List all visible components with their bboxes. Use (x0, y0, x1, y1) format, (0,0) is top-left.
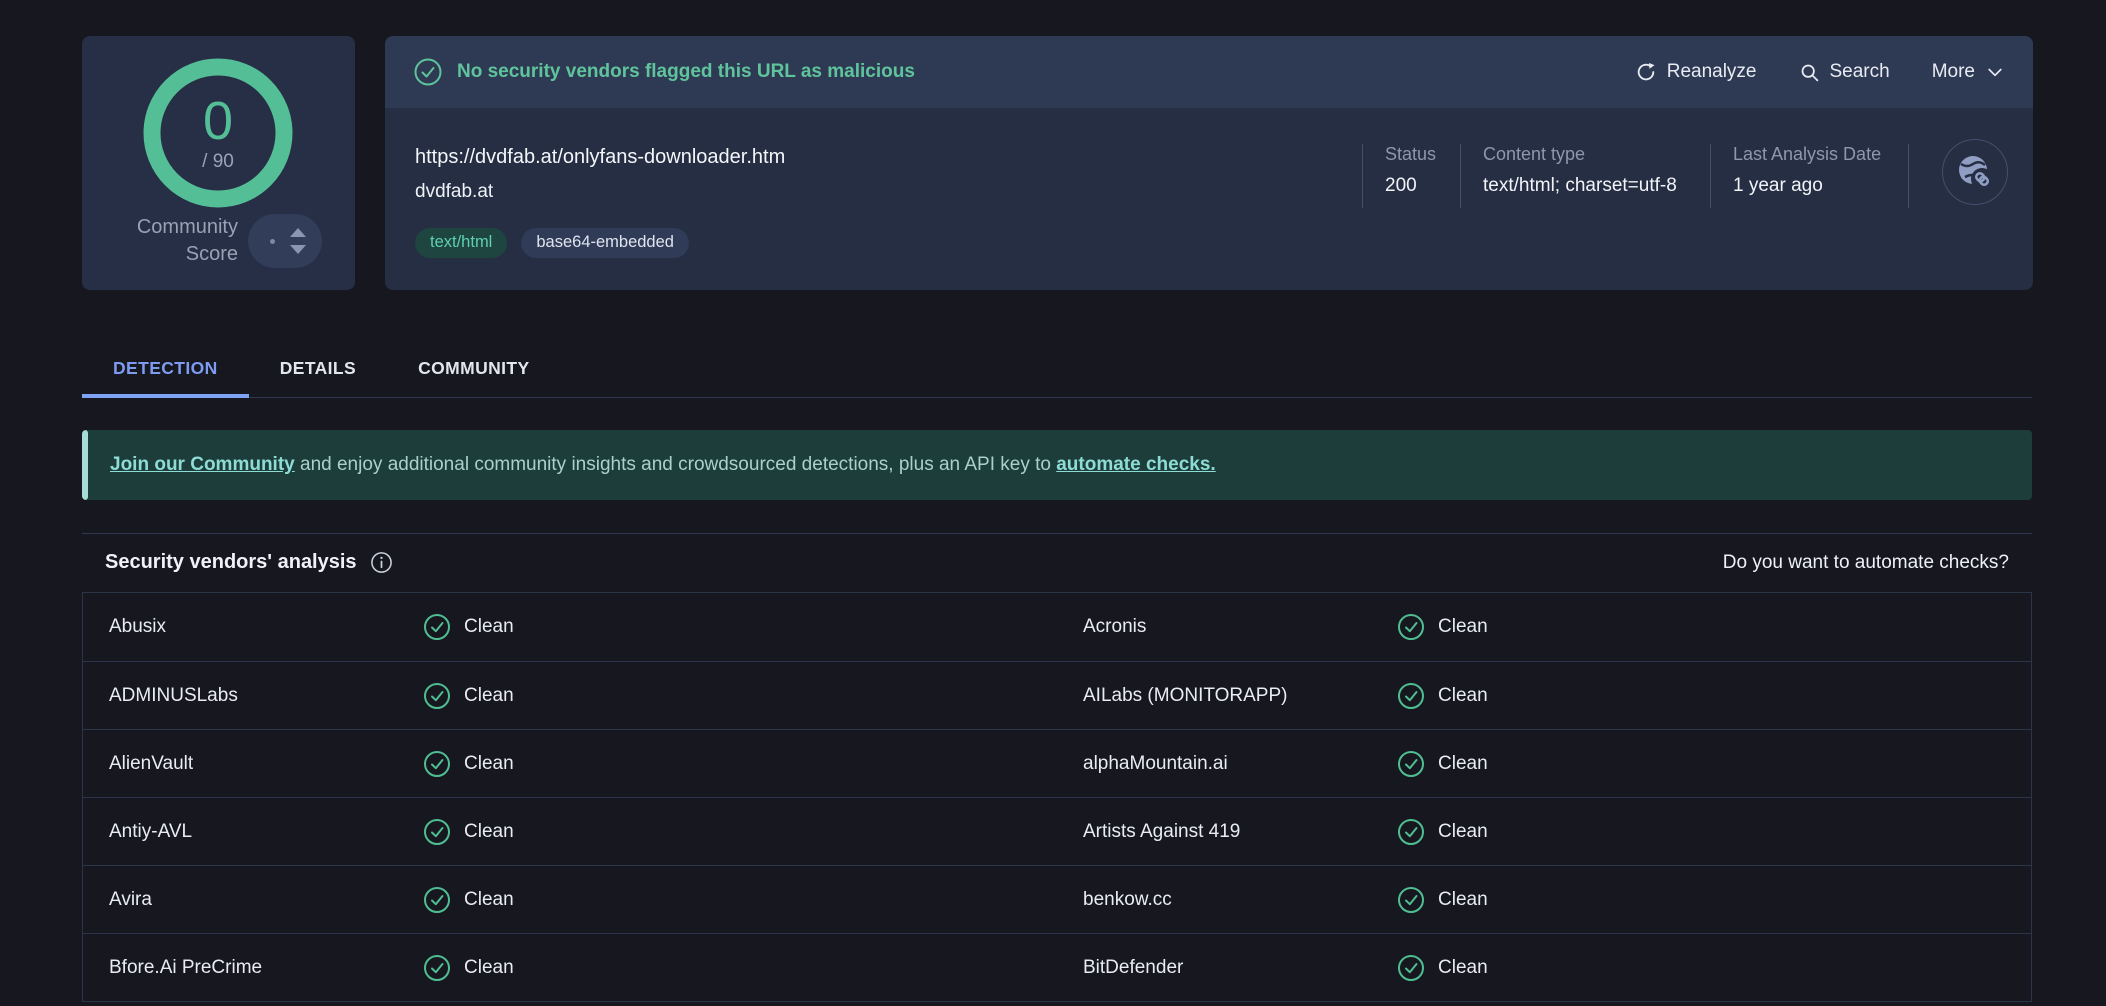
virustotal-url-report: { "score_card": { "score": "0", "denomin… (0, 0, 2106, 1006)
detection-score-ring: 0 / 90 (143, 58, 293, 208)
clean-check-icon (423, 750, 451, 778)
tab-detection[interactable]: DETECTION (82, 342, 249, 398)
vendor-result: Clean (464, 685, 514, 707)
analyzed-url[interactable]: https://dvdfab.at/onlyfans-downloader.ht… (415, 146, 785, 169)
vendor-result: Clean (1438, 821, 1488, 843)
tab-details[interactable]: DETAILS (249, 342, 387, 398)
verdict-strip: No security vendors flagged this URL as … (385, 36, 2033, 108)
vendor-result: Clean (464, 616, 514, 638)
detection-count: 0 (203, 94, 233, 148)
community-score-card: 0 / 90 Community Score (82, 36, 355, 290)
report-tabs: DETECTION DETAILS COMMUNITY (82, 342, 561, 398)
globe-link-icon (1953, 150, 1997, 194)
vendor-name: Artists Against 419 (1057, 821, 1397, 843)
clean-check-icon (1397, 682, 1425, 710)
meta-last-analysis-date: Last Analysis Date 1 year ago (1711, 144, 1908, 208)
vendor-result: Clean (464, 957, 514, 979)
automate-checks-link[interactable]: automate checks. (1056, 454, 1215, 475)
tab-community[interactable]: COMMUNITY (387, 342, 561, 398)
vendor-result: Clean (1438, 616, 1488, 638)
refresh-icon (1635, 61, 1657, 83)
tag-base64-embedded[interactable]: base64-embedded (521, 228, 689, 258)
table-row: ADMINUSLabs Clean AILabs (MONITORAPP) Cl… (83, 661, 2031, 729)
info-icon[interactable] (370, 551, 393, 574)
website-preview-button[interactable] (1942, 139, 2008, 205)
clean-check-icon (1397, 750, 1425, 778)
table-row: Bfore.Ai PreCrime Clean BitDefender Clea… (83, 933, 2031, 1001)
vendor-result: Clean (1438, 753, 1488, 775)
detection-total: / 90 (202, 151, 234, 173)
meta-status: Status 200 (1363, 144, 1460, 208)
divider (1908, 144, 1909, 208)
more-menu-button[interactable]: More (1932, 61, 2005, 83)
community-score-label: Community Score (137, 214, 238, 268)
table-row: Abusix Clean Acronis Clean (83, 593, 2031, 661)
vendor-result: Clean (464, 753, 514, 775)
join-community-banner: Join our Community and enjoy additional … (82, 430, 2032, 500)
section-title-text: Security vendors' analysis (105, 551, 357, 574)
vendor-name: AlienVault (83, 753, 423, 775)
clean-check-icon (423, 954, 451, 982)
vendor-name: Bfore.Ai PreCrime (83, 957, 423, 979)
automate-checks-question-link[interactable]: Do you want to automate checks? (1723, 552, 2009, 574)
vendor-result: Clean (1438, 957, 1488, 979)
report-summary-panel: No security vendors flagged this URL as … (385, 36, 2033, 290)
table-row: Avira Clean benkow.cc Clean (83, 865, 2031, 933)
vendors-section-header: Security vendors' analysis Do you want t… (82, 534, 2032, 591)
join-community-link[interactable]: Join our Community (110, 454, 295, 475)
vendor-result: Clean (1438, 889, 1488, 911)
clean-check-icon (1397, 954, 1425, 982)
vendor-name: Abusix (83, 616, 423, 638)
security-vendors-table: Abusix Clean Acronis Clean ADMINUSLabs C… (82, 592, 2032, 1002)
vendor-name: BitDefender (1057, 957, 1397, 979)
vendor-result: Clean (464, 889, 514, 911)
clean-check-icon (423, 818, 451, 846)
vote-count-dot (270, 239, 275, 244)
vote-up-icon[interactable] (290, 228, 306, 237)
reanalyze-button[interactable]: Reanalyze (1635, 61, 1757, 83)
vendor-name: Acronis (1057, 616, 1397, 638)
table-row: AlienVault Clean alphaMountain.ai Clean (83, 729, 2031, 797)
clean-check-icon (423, 682, 451, 710)
vote-down-icon[interactable] (290, 245, 306, 254)
analyzed-domain[interactable]: dvdfab.at (415, 181, 493, 203)
search-button[interactable]: Search (1799, 61, 1890, 83)
vendor-result: Clean (1438, 685, 1488, 707)
community-vote-widget[interactable] (248, 214, 322, 268)
banner-accent-bar (82, 430, 88, 500)
vendor-name: Antiy-AVL (83, 821, 423, 843)
vendor-name: Avira (83, 889, 423, 911)
chevron-down-icon (1985, 62, 2005, 82)
tag-list: text/html base64-embedded (415, 228, 689, 258)
clean-check-icon (1397, 886, 1425, 914)
clean-check-icon (1397, 818, 1425, 846)
vendor-name: AILabs (MONITORAPP) (1057, 685, 1397, 707)
meta-content-type: Content type text/html; charset=utf-8 (1461, 144, 1710, 208)
check-circle-icon (413, 57, 443, 87)
tag-content-type[interactable]: text/html (415, 228, 507, 258)
clean-check-icon (1397, 613, 1425, 641)
clean-check-icon (423, 886, 451, 914)
meta-info: Status 200 Content type text/html; chars… (1362, 144, 1909, 208)
vendor-name: ADMINUSLabs (83, 685, 423, 707)
clean-check-icon (423, 613, 451, 641)
search-icon (1799, 62, 1820, 83)
verdict-text: No security vendors flagged this URL as … (457, 61, 915, 83)
vendor-name: alphaMountain.ai (1057, 753, 1397, 775)
banner-body-text: and enjoy additional community insights … (295, 454, 1057, 475)
table-row: Antiy-AVL Clean Artists Against 419 Clea… (83, 797, 2031, 865)
vendor-name: benkow.cc (1057, 889, 1397, 911)
vendor-result: Clean (464, 821, 514, 843)
